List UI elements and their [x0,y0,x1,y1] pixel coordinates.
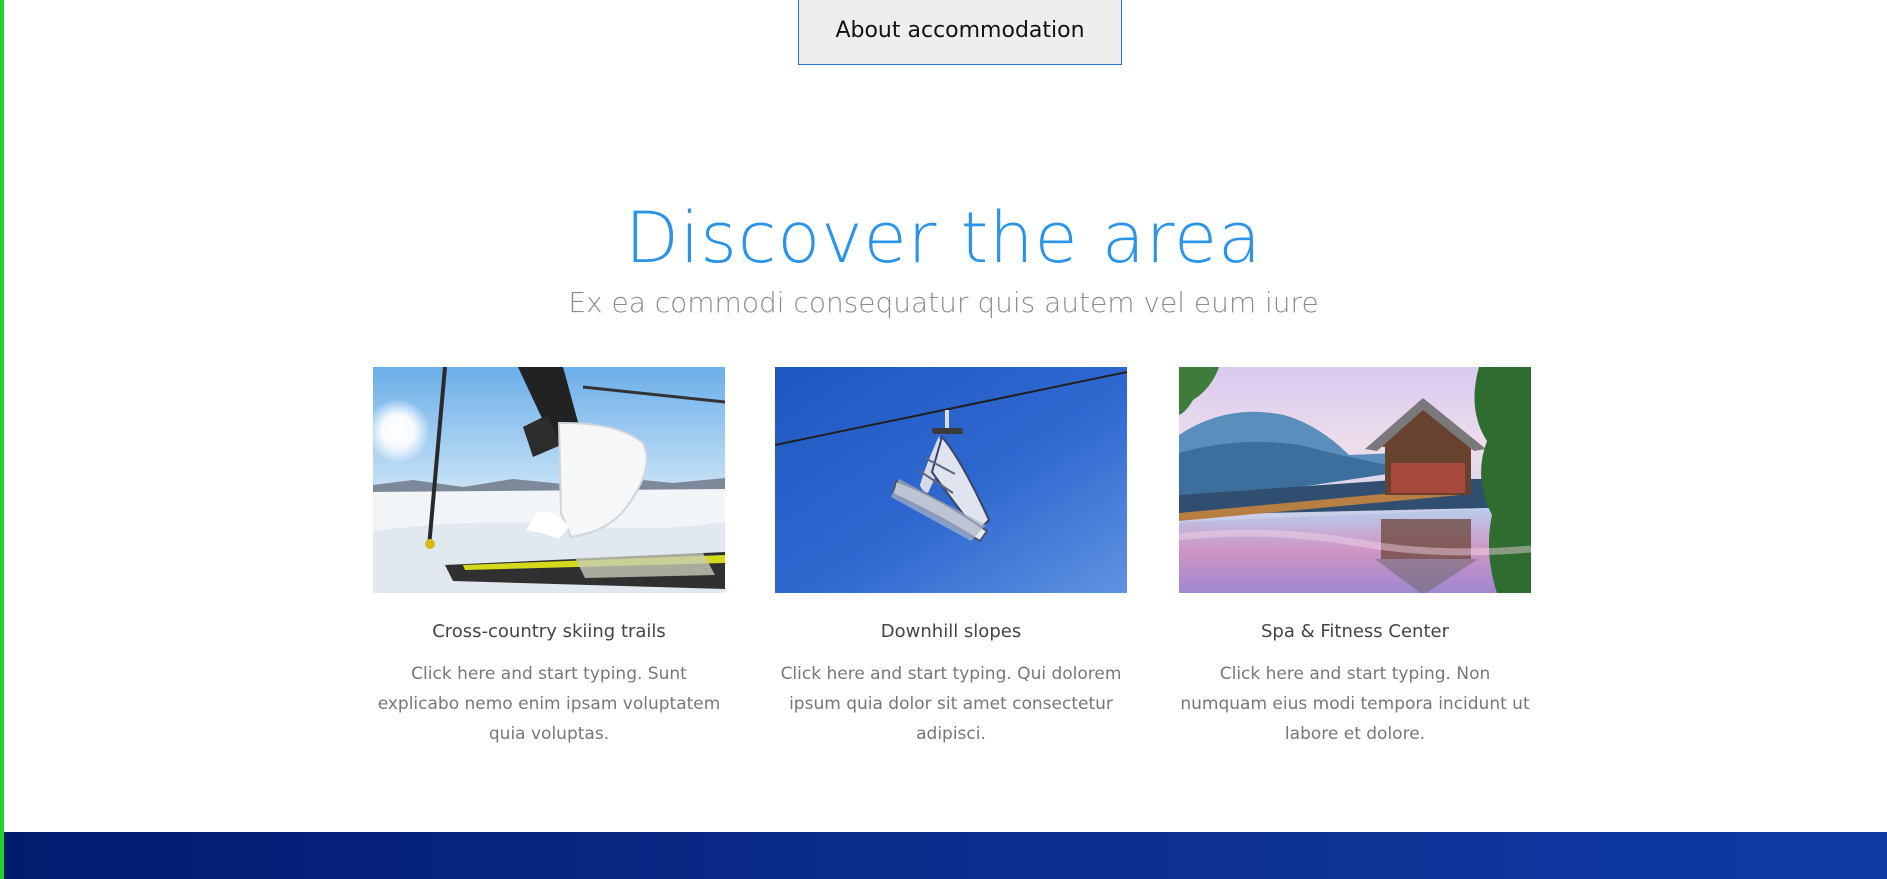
area-card-text: Click here and start typing. Qui dolorem… [780,664,1122,744]
area-card-text: Click here and start typing. Non numquam… [1180,664,1530,744]
footer-band [4,832,1887,879]
left-accent-bar [0,0,4,879]
discover-section-title: Discover the area [625,197,1262,279]
area-card-spa-fitness: Spa & Fitness Center Click here and star… [1179,367,1531,749]
discover-section-subtitle: Ex ea commodi consequatur quis autem vel… [568,286,1319,319]
area-card-text: Click here and start typing. Sunt explic… [377,664,721,744]
area-card-title: Spa & Fitness Center [1260,621,1449,642]
mountain-spa-reflection-image [1179,367,1531,593]
area-card-downhill: Downhill slopes Click here and start typ… [775,367,1127,749]
about-accommodation-button[interactable]: About accommodation [798,0,1122,65]
ski-chairlift-image [775,367,1127,593]
cross-country-skier-image [373,367,725,593]
area-card-title: Downhill slopes [880,621,1022,642]
area-card-cross-country: Cross-country skiing trails Click here a… [373,367,725,749]
area-card-title: Cross-country skiing trails [432,621,666,642]
